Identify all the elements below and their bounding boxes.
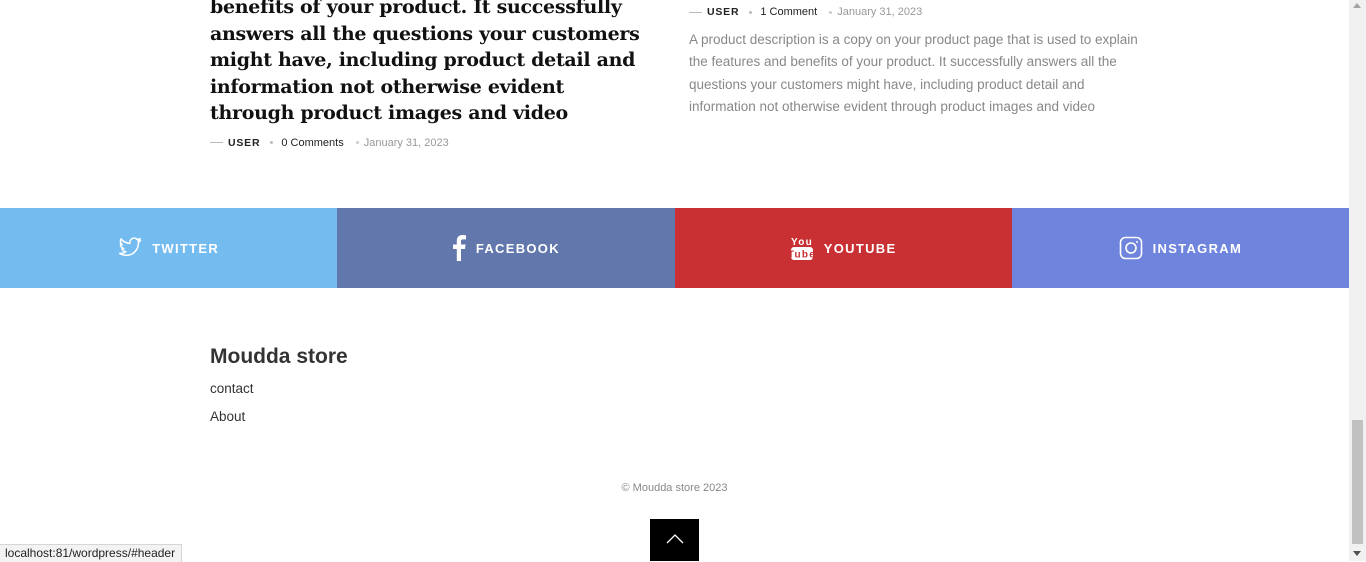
youtube-link[interactable]: You Tube YOUTUBE: [674, 208, 1012, 288]
footer-site-title: Moudda store: [210, 345, 348, 368]
post-left: benefits of your product. It successfull…: [210, 0, 650, 149]
post-excerpt: A product description is a copy on your …: [689, 32, 1138, 114]
footer-link-about[interactable]: About: [210, 409, 245, 424]
page-scrollbar[interactable]: [1349, 0, 1366, 561]
post-title[interactable]: benefits of your product. It successfull…: [210, 0, 650, 127]
meta-dash: [210, 142, 223, 143]
svg-text:Tube: Tube: [790, 250, 814, 261]
meta-dot: [355, 141, 359, 144]
facebook-link[interactable]: FACEBOOK: [337, 208, 675, 288]
post-author[interactable]: USER: [707, 6, 739, 18]
link-status-url: localhost:81/wordpress/#header: [0, 544, 183, 562]
post-meta: USER 0 Comments January 31, 2023: [210, 137, 650, 149]
instagram-link[interactable]: INSTAGRAM: [1011, 208, 1349, 288]
post-date: January 31, 2023: [363, 136, 449, 149]
youtube-icon: You Tube: [790, 235, 814, 261]
scroll-down-arrow-icon[interactable]: [1353, 551, 1361, 556]
page-content: benefits of your product. It successfull…: [0, 0, 1349, 561]
meta-dot: [749, 10, 753, 14]
meta-dash: [689, 11, 702, 13]
meta-dot: [270, 141, 274, 144]
footer-link-contact[interactable]: contact: [210, 381, 254, 396]
instagram-label: INSTAGRAM: [1152, 240, 1243, 256]
post-right: USER 1 Comment January 31, 2023 A produc…: [689, 6, 1139, 118]
instagram-icon: [1119, 236, 1143, 260]
facebook-label: FACEBOOK: [475, 240, 560, 256]
facebook-f-icon: [452, 235, 466, 261]
scrollbar-thumb[interactable]: [1352, 420, 1363, 544]
post-comments-link[interactable]: 1 Comment: [760, 6, 817, 18]
twitter-bird-icon: [118, 237, 142, 259]
twitter-link[interactable]: TWITTER: [0, 208, 338, 288]
twitter-label: TWITTER: [152, 240, 220, 256]
post-author[interactable]: USER: [228, 137, 260, 149]
post-comments-link[interactable]: 0 Comments: [281, 137, 343, 149]
chevron-up-icon: [666, 531, 684, 549]
post-date: January 31, 2023: [837, 6, 923, 18]
scroll-up-arrow-icon[interactable]: [1353, 3, 1361, 8]
back-to-top-button[interactable]: [650, 519, 699, 561]
social-bar: TWITTER FACEBOOK You Tube YOUTUBE INSTAG…: [0, 208, 1349, 288]
svg-text:You: You: [791, 237, 813, 248]
post-meta: USER 1 Comment January 31, 2023: [689, 6, 1139, 18]
youtube-label: YOUTUBE: [823, 240, 897, 256]
meta-dot: [829, 10, 833, 14]
copyright-text: © Moudda store 2023: [621, 482, 728, 494]
